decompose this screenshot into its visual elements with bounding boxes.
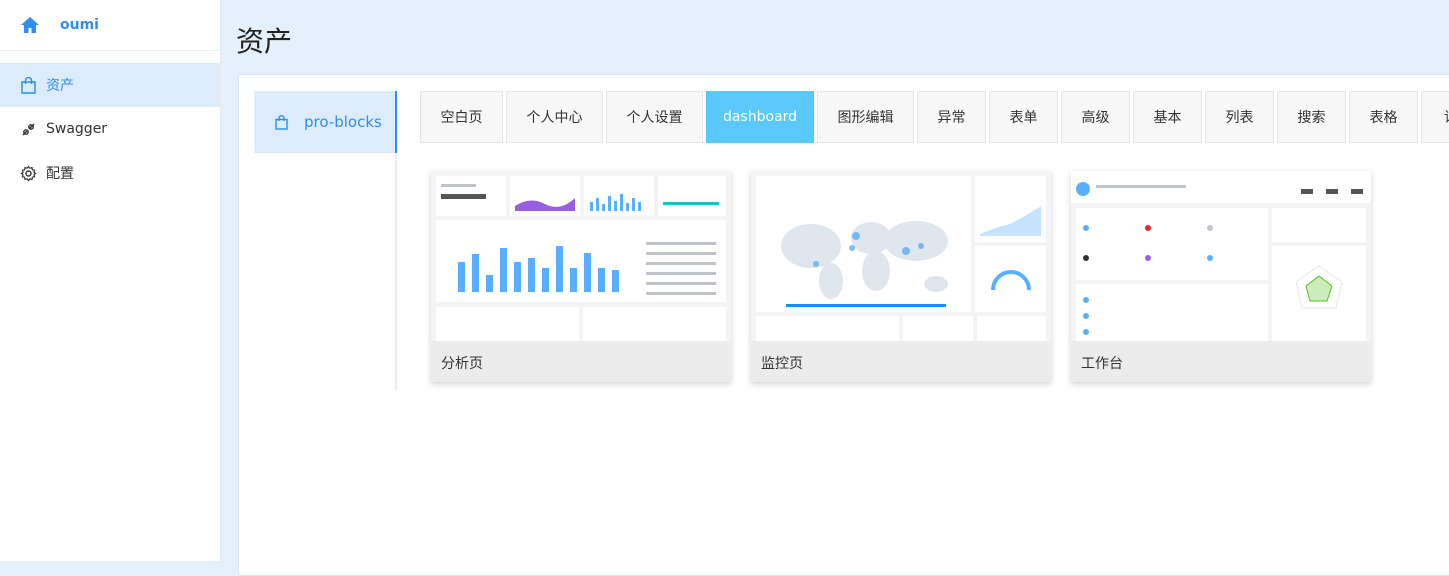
bag-icon	[20, 76, 37, 94]
tab-list[interactable]: 列表	[1205, 91, 1274, 143]
assets-panel: pro-blocks 空白页 个人中心 个人设置 dashboard 图形编辑 …	[238, 74, 1449, 576]
category-label: pro-blocks	[304, 113, 382, 131]
sidebar-item-label: 配置	[46, 166, 74, 182]
sidebar-item-swagger[interactable]: Swagger	[0, 107, 220, 151]
card-label: 分析页	[441, 356, 483, 372]
tab-settings[interactable]: 个人设置	[606, 91, 703, 143]
sidebar-nav: 资产 Swagger 配置	[0, 63, 220, 195]
page-title: 资产	[236, 25, 293, 58]
gear-icon	[20, 165, 37, 182]
brand[interactable]: oumi	[0, 0, 220, 51]
tab-form[interactable]: 表单	[989, 91, 1058, 143]
tab-editor[interactable]: 图形编辑	[817, 91, 914, 143]
block-card-analysis[interactable]: 分析页	[431, 171, 731, 382]
sidebar: oumi 资产 Swagger 配置	[0, 0, 221, 561]
tab-blank[interactable]: 空白页	[420, 91, 503, 143]
monitor-thumbnail	[751, 171, 1051, 341]
tab-detail[interactable]: 详	[1421, 91, 1449, 143]
tab-dashboard[interactable]: dashboard	[706, 91, 814, 143]
card-label: 监控页	[761, 356, 803, 372]
tab-table[interactable]: 表格	[1349, 91, 1418, 143]
sidebar-item-label: Swagger	[46, 121, 108, 137]
block-card-workplace[interactable]: 工作台	[1071, 171, 1371, 382]
tab-basic[interactable]: 基本	[1133, 91, 1202, 143]
tab-search[interactable]: 搜索	[1277, 91, 1346, 143]
analysis-thumbnail	[431, 171, 731, 341]
home-icon	[20, 15, 40, 35]
brand-name: oumi	[60, 17, 99, 33]
category-item-pro-blocks[interactable]: pro-blocks	[254, 91, 397, 153]
sidebar-item-config[interactable]: 配置	[0, 151, 220, 195]
card-label: 工作台	[1081, 356, 1123, 372]
api-icon	[20, 121, 37, 138]
tab-bar: 空白页 个人中心 个人设置 dashboard 图形编辑 异常 表单 高级 基本…	[420, 91, 1449, 143]
tab-profile[interactable]: 个人中心	[506, 91, 603, 143]
tab-exception[interactable]: 异常	[917, 91, 986, 143]
block-cards: 分析页 监控页 工作台	[431, 171, 1391, 382]
category-list: pro-blocks	[254, 91, 397, 391]
sidebar-item-assets[interactable]: 资产	[0, 63, 220, 107]
bag-icon	[274, 114, 289, 130]
workplace-thumbnail	[1071, 171, 1371, 341]
block-card-monitor[interactable]: 监控页	[751, 171, 1051, 382]
tab-advanced[interactable]: 高级	[1061, 91, 1130, 143]
sidebar-item-label: 资产	[46, 78, 74, 94]
